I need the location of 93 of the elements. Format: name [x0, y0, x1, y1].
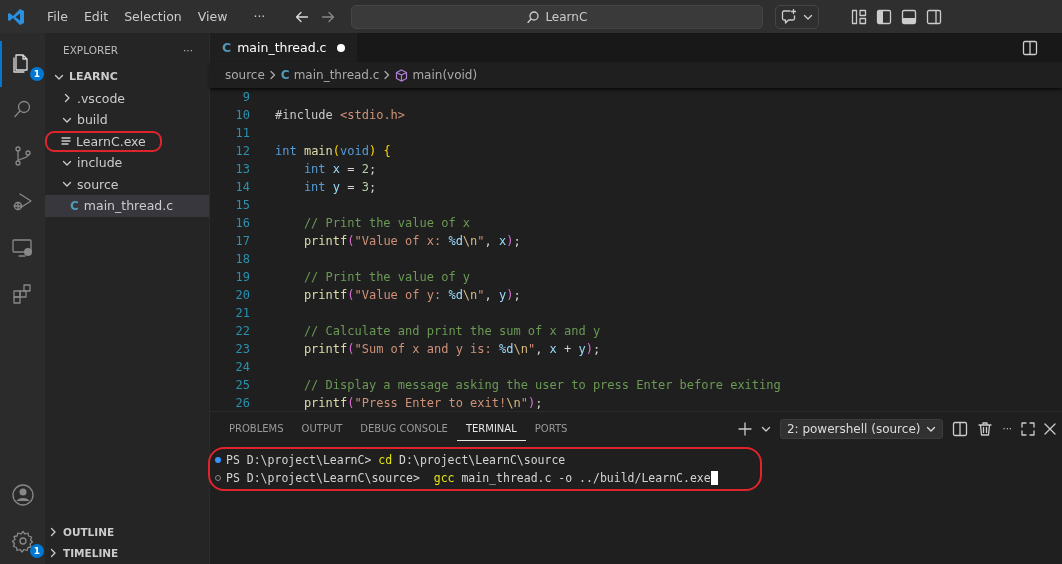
more-menu-button[interactable]: ··· [245, 9, 274, 24]
more-actions-button[interactable]: ··· [183, 43, 193, 56]
menu-item[interactable]: Edit [75, 9, 117, 24]
explorer-folder-entry[interactable]: .vscode [45, 87, 209, 109]
panel-tab[interactable]: PROBLEMS [220, 416, 293, 441]
breadcrumb-item[interactable]: main(void) [412, 68, 478, 82]
section-header[interactable]: OUTLINE [45, 521, 209, 543]
c-file-icon: C [70, 198, 79, 213]
split-terminal-icon[interactable] [952, 420, 969, 437]
notification-badge: 1 [30, 67, 44, 81]
workspace-folder-header[interactable]: LEARNC [45, 66, 209, 88]
code-line: int main(void) { [275, 144, 391, 158]
toggle-sidebar-icon[interactable] [876, 8, 892, 25]
breadcrumb-item[interactable]: source [225, 68, 265, 82]
code-line: printf("Sum of x and y is: %d\n", x + y); [302, 342, 601, 356]
line-number: 26 [234, 396, 250, 410]
terminal-line: PS D:\project\LearnC> cd D:\project\LearnC\source [226, 453, 566, 467]
tab-label: main_thread.c [237, 40, 327, 55]
menu-item[interactable]: View [189, 9, 236, 24]
code-line: int x = 2; [302, 162, 377, 176]
line-number: 25 [234, 378, 250, 392]
code-line: printf("Press Enter to exit!\n"); [302, 396, 543, 410]
account-icon[interactable] [10, 483, 35, 507]
explorer-folder-entry[interactable]: include [45, 152, 209, 174]
breadcrumb-item[interactable]: main_thread.c [293, 68, 380, 82]
notification-badge: 1 [30, 544, 44, 558]
explorer-title: EXPLORER [63, 43, 119, 56]
chevron-right-icon[interactable] [48, 526, 58, 537]
command-search-field[interactable]: LearnC [351, 4, 764, 29]
settings-icon[interactable] [10, 529, 35, 553]
line-number: 19 [234, 270, 250, 284]
section-header[interactable]: TIMELINE [45, 542, 209, 564]
explorer-folder-entry[interactable]: source [45, 173, 209, 195]
line-number: 18 [234, 252, 250, 266]
panel-tab[interactable]: TERMINAL [456, 416, 526, 441]
toggle-secondary-sidebar-icon[interactable] [926, 8, 942, 25]
code-line: #include <stdio.h> [275, 108, 406, 122]
split-editor-icon[interactable] [1022, 39, 1038, 56]
explorer-folder-entry[interactable]: build [45, 109, 209, 131]
line-number: 11 [234, 126, 250, 140]
file-lines-icon [61, 136, 71, 147]
panel-tab[interactable]: PORTS [525, 416, 577, 441]
line-number: 23 [234, 342, 250, 356]
back-arrow-icon[interactable] [295, 9, 310, 24]
method-cube-icon [395, 68, 409, 82]
line-number: 12 [234, 144, 250, 158]
chevron-right-icon[interactable] [48, 548, 58, 559]
search-icon [527, 10, 540, 23]
panel-tab[interactable]: DEBUG CONSOLE [351, 416, 457, 441]
line-number: 17 [234, 234, 250, 248]
code-line: printf("Value of x: %d\n", x); [302, 234, 521, 248]
explorer-entry[interactable]: LearnC.exe [45, 130, 162, 152]
line-number: 20 [234, 288, 250, 302]
line-number: 14 [234, 180, 250, 194]
code-line: // Print the value of y [302, 270, 471, 284]
code-line: // Calculate and print the sum of x and y [302, 324, 601, 338]
chat-sparkle-icon [781, 9, 798, 24]
panel-tab[interactable]: OUTPUT [292, 416, 352, 441]
c-file-icon: C [280, 68, 290, 82]
unsaved-dot-icon [336, 43, 345, 52]
chat-button[interactable] [775, 4, 820, 29]
menu-item[interactable]: Selection [116, 9, 190, 24]
trash-icon[interactable] [977, 420, 994, 437]
code-line: int y = 3; [302, 180, 377, 194]
chevron-right-icon[interactable] [62, 93, 72, 104]
plus-icon[interactable] [737, 421, 752, 436]
line-number: 13 [234, 162, 250, 176]
more-actions-button[interactable]: ··· [1002, 423, 1012, 434]
line-number: 24 [234, 360, 250, 374]
editor-tab[interactable]: C main_thread.c [210, 33, 357, 62]
forward-arrow-icon[interactable] [321, 9, 336, 24]
line-number: 10 [234, 108, 250, 122]
code-line: printf("Value of y: %d\n", y); [302, 288, 521, 302]
terminal-line: PS D:\project\LearnC\source> gcc main_thread.c -o ../build/LearnC.exe [226, 471, 711, 485]
layout-customize-icon[interactable] [851, 8, 867, 25]
code-line: // Display a message asking the user to press Enter before exiting [302, 378, 781, 392]
menu-item[interactable]: File [39, 9, 76, 24]
app-logo-icon [7, 7, 25, 26]
maximize-icon[interactable] [1021, 421, 1035, 436]
line-number: 21 [234, 306, 250, 320]
remote-explorer-icon[interactable] [10, 236, 35, 260]
line-number: 9 [241, 90, 250, 104]
code-line: // Print the value of x [302, 216, 471, 230]
toggle-panel-icon[interactable] [901, 8, 917, 25]
c-file-icon: C [222, 40, 232, 55]
terminal-dropdown[interactable]: 2: powershell (source) [779, 418, 944, 439]
line-number: 16 [234, 216, 250, 230]
close-icon[interactable] [1044, 422, 1056, 435]
line-number: 22 [234, 324, 250, 338]
explorer-entry[interactable]: C main_thread.c [45, 195, 209, 217]
line-number: 15 [234, 198, 250, 212]
chevron-right-icon [268, 70, 277, 80]
chevron-right-icon [383, 70, 392, 80]
